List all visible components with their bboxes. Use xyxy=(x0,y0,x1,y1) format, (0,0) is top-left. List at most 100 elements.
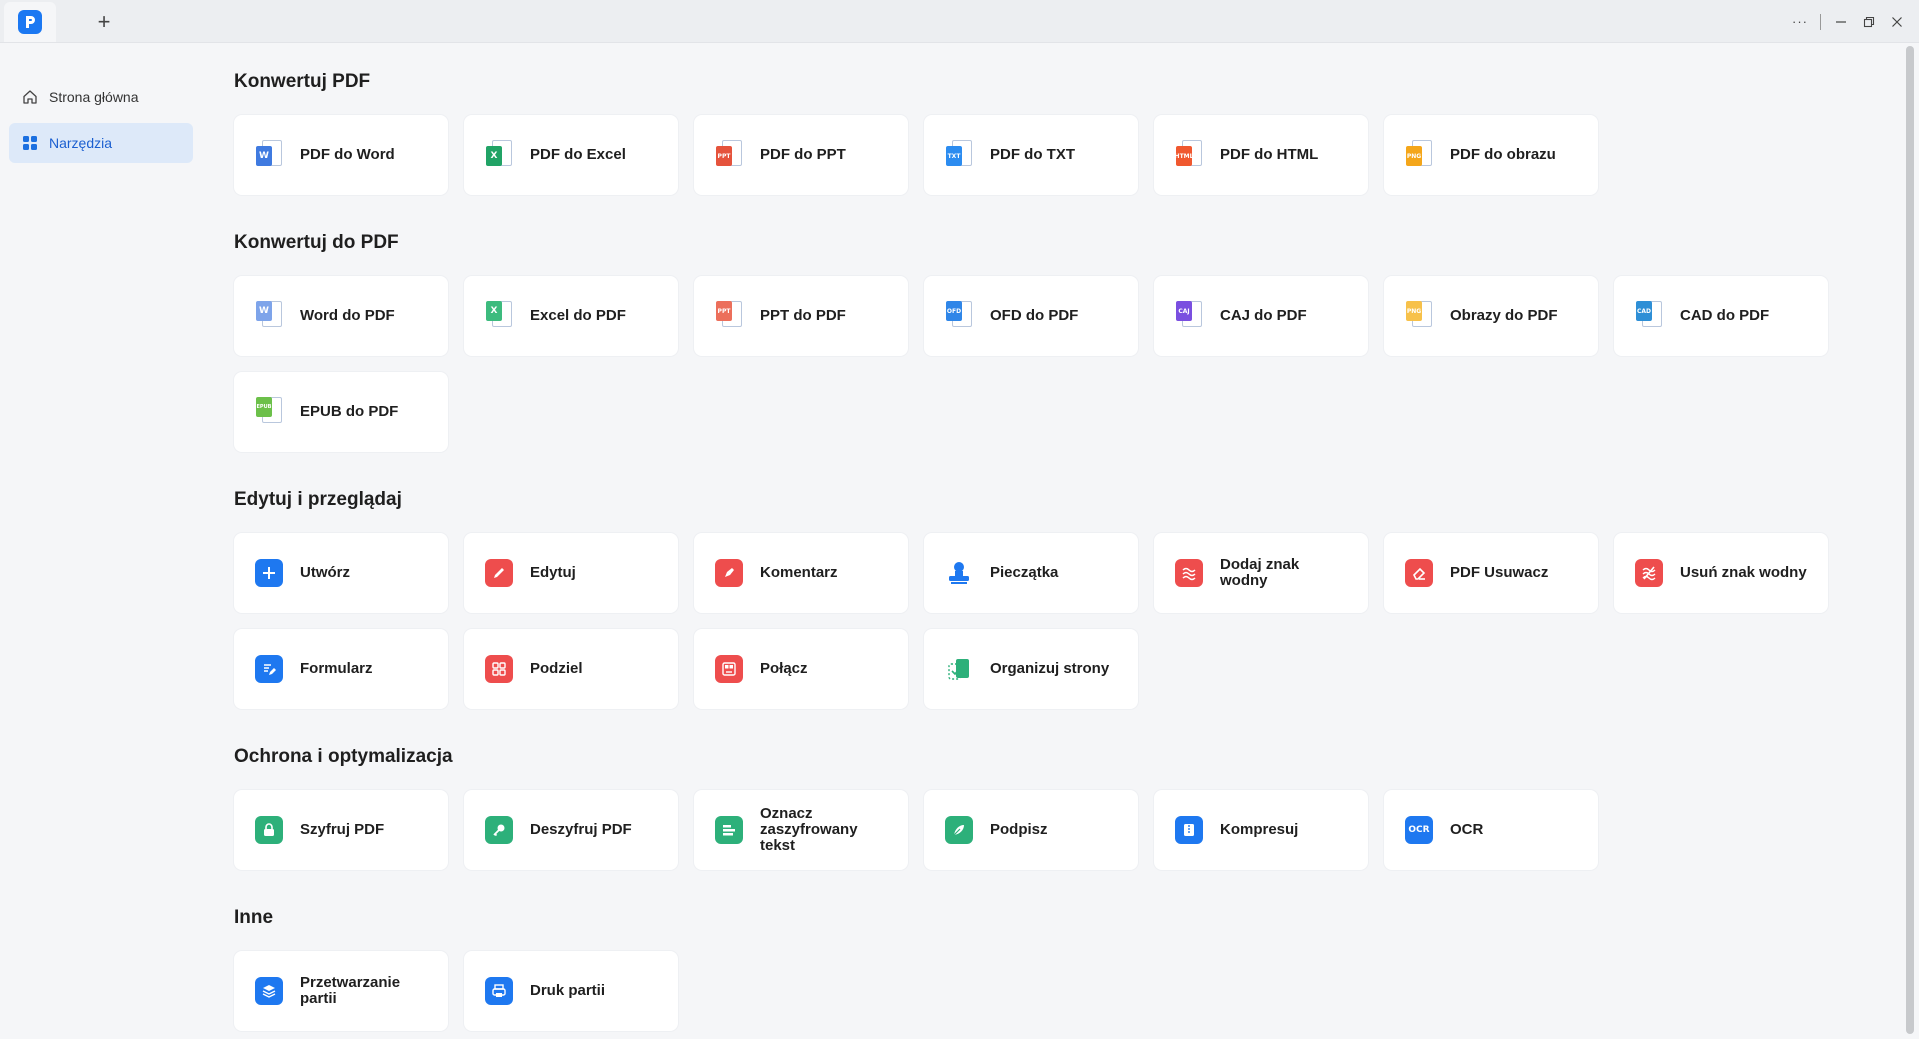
tool-card-pdf-to-html[interactable]: HTML PDF do HTML xyxy=(1154,115,1368,195)
divider xyxy=(1820,13,1821,30)
sidebar-item-tools[interactable]: Narzędzia xyxy=(9,123,193,163)
tool-card-epub-to-pdf[interactable]: EPUB EPUB do PDF xyxy=(234,372,448,452)
tool-card-pdf-to-txt[interactable]: TXT PDF do TXT xyxy=(924,115,1138,195)
caj-to-pdf-icon: CAJ xyxy=(1174,301,1204,331)
more-menu-button[interactable]: ··· xyxy=(1786,8,1814,36)
tool-card-remove-watermark[interactable]: Usuń znak wodny xyxy=(1614,533,1828,613)
ppt-file-icon: PPT xyxy=(714,140,744,170)
tool-label: Deszyfruj PDF xyxy=(530,821,632,838)
layers-icon xyxy=(254,976,284,1006)
tool-label: Word do PDF xyxy=(300,307,395,324)
tool-label: PDF do Word xyxy=(300,146,395,163)
sidebar-item-label: Narzędzia xyxy=(49,135,113,151)
title-bar: + ··· xyxy=(0,0,1919,43)
image-to-pdf-icon: PNG xyxy=(1404,301,1434,331)
sidebar: Strona główna Narzędzia xyxy=(0,43,200,1039)
ppt-to-pdf-icon: PPT xyxy=(714,301,744,331)
section-title: Ochrona i optymalizacja xyxy=(234,746,453,767)
form-icon xyxy=(254,654,284,684)
tool-label: Utwórz xyxy=(300,564,350,581)
minimize-icon[interactable] xyxy=(1827,8,1855,36)
tool-card-sign[interactable]: Podpisz xyxy=(924,790,1138,870)
tool-label: Komentarz xyxy=(760,564,838,581)
tool-card-comment[interactable]: Komentarz xyxy=(694,533,908,613)
excel-to-pdf-icon: X xyxy=(484,301,514,331)
txt-file-icon: TXT xyxy=(944,140,974,170)
tool-card-batch-print[interactable]: Druk partii xyxy=(464,951,678,1031)
tool-card-excel-to-pdf[interactable]: X Excel do PDF xyxy=(464,276,678,356)
tool-card-caj-to-pdf[interactable]: CAJ CAJ do PDF xyxy=(1154,276,1368,356)
tool-card-cad-to-pdf[interactable]: CAD CAD do PDF xyxy=(1614,276,1828,356)
tool-label: PDF do HTML xyxy=(1220,146,1319,163)
scrollbar[interactable] xyxy=(1906,46,1914,1034)
tool-card-word-to-pdf[interactable]: W Word do PDF xyxy=(234,276,448,356)
tool-label: PDF do TXT xyxy=(990,146,1075,163)
printer-icon xyxy=(484,976,514,1006)
tool-label: Przetwarzanie partii xyxy=(300,974,401,1007)
new-tab-button[interactable]: + xyxy=(93,11,115,34)
home-icon xyxy=(21,88,39,106)
sidebar-item-home[interactable]: Strona główna xyxy=(9,77,193,117)
tool-card-merge[interactable]: Połącz xyxy=(694,629,908,709)
organize-pages-icon xyxy=(944,654,974,684)
feather-pen-icon xyxy=(944,815,974,845)
tool-card-mark-encrypted-text[interactable]: Oznacz zaszyfrowany tekst xyxy=(694,790,908,870)
tool-card-encrypt-pdf[interactable]: Szyfruj PDF xyxy=(234,790,448,870)
tool-card-add-watermark[interactable]: Dodaj znak wodny xyxy=(1154,533,1368,613)
tool-card-pdf-to-image[interactable]: PNG PDF do obrazu xyxy=(1384,115,1598,195)
split-icon xyxy=(484,654,514,684)
tool-card-decrypt-pdf[interactable]: Deszyfruj PDF xyxy=(464,790,678,870)
tool-label: Formularz xyxy=(300,660,373,677)
tool-card-ocr[interactable]: OCR OCR xyxy=(1384,790,1598,870)
plus-icon xyxy=(254,558,284,588)
tool-card-ppt-to-pdf[interactable]: PPT PPT do PDF xyxy=(694,276,908,356)
tool-card-edit[interactable]: Edytuj xyxy=(464,533,678,613)
epub-to-pdf-icon: EPUB xyxy=(254,397,284,427)
tool-card-ofd-to-pdf[interactable]: OFD OFD do PDF xyxy=(924,276,1138,356)
tool-card-form[interactable]: Formularz xyxy=(234,629,448,709)
ocr-icon: OCR xyxy=(1404,815,1434,845)
tool-label: Druk partii xyxy=(530,982,606,999)
tool-label: CAD do PDF xyxy=(1680,307,1770,324)
eraser-icon xyxy=(1404,558,1434,588)
tool-card-images-to-pdf[interactable]: PNG Obrazy do PDF xyxy=(1384,276,1598,356)
tool-label: Pieczątka xyxy=(990,564,1059,581)
stamp-icon xyxy=(944,558,974,588)
app-logo-icon xyxy=(18,10,42,34)
pencil-icon xyxy=(484,558,514,588)
tool-card-pdf-to-ppt[interactable]: PPT PDF do PPT xyxy=(694,115,908,195)
tool-label: Podziel xyxy=(530,660,583,677)
png-file-icon: PNG xyxy=(1404,140,1434,170)
redact-text-icon xyxy=(714,815,744,845)
tool-label: OCR xyxy=(1450,821,1484,838)
excel-file-icon: X xyxy=(484,140,514,170)
word-to-pdf-icon: W xyxy=(254,301,284,331)
close-icon[interactable] xyxy=(1883,8,1911,36)
tool-card-create[interactable]: Utwórz xyxy=(234,533,448,613)
highlighter-icon xyxy=(714,558,744,588)
tool-label: Połącz xyxy=(760,660,808,677)
tool-card-split[interactable]: Podziel xyxy=(464,629,678,709)
app-tab[interactable] xyxy=(4,2,56,42)
compress-icon xyxy=(1174,815,1204,845)
tool-label: Kompresuj xyxy=(1220,821,1299,838)
tool-card-pdf-eraser[interactable]: PDF Usuwacz xyxy=(1384,533,1598,613)
restore-icon[interactable] xyxy=(1855,8,1883,36)
tool-label: Podpisz xyxy=(990,821,1048,838)
window-controls: ··· xyxy=(1786,0,1919,43)
tool-card-organize-pages[interactable]: Organizuj strony xyxy=(924,629,1138,709)
tool-label: Excel do PDF xyxy=(530,307,626,324)
grid-icon xyxy=(21,134,39,152)
merge-icon xyxy=(714,654,744,684)
tool-card-pdf-to-word[interactable]: W PDF do Word xyxy=(234,115,448,195)
tool-label: PDF do PPT xyxy=(760,146,846,163)
ofd-to-pdf-icon: OFD xyxy=(944,301,974,331)
tool-card-stamp[interactable]: Pieczątka xyxy=(924,533,1138,613)
tool-card-compress[interactable]: Kompresuj xyxy=(1154,790,1368,870)
lock-icon xyxy=(254,815,284,845)
section-title: Konwertuj do PDF xyxy=(234,232,399,253)
word-file-icon: W xyxy=(254,140,284,170)
tool-card-pdf-to-excel[interactable]: X PDF do Excel xyxy=(464,115,678,195)
tool-label: PDF do Excel xyxy=(530,146,626,163)
tool-card-batch-processing[interactable]: Przetwarzanie partii xyxy=(234,951,448,1031)
